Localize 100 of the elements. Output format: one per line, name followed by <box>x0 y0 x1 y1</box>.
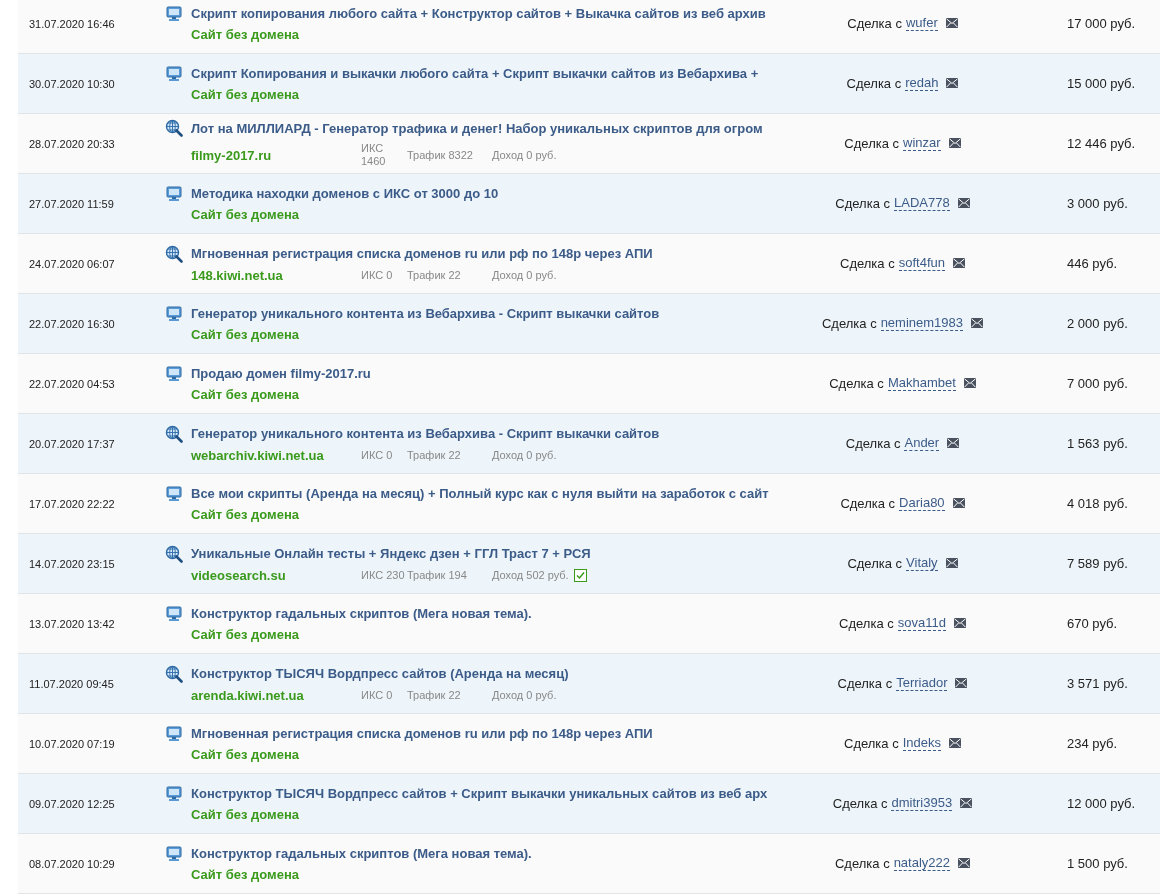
traffic-stat: Трафик 194 <box>407 569 468 581</box>
envelope-icon[interactable] <box>952 498 965 509</box>
deal-date: 08.07.2020 10:29 <box>28 857 116 870</box>
envelope-icon[interactable] <box>971 318 984 329</box>
domain-label: videosearch.su <box>191 567 287 583</box>
listing-title-link[interactable]: Скрипт копирования любого сайта + Конструктор сайтов + Выкачка сайтов из веб архив <box>191 6 766 21</box>
monitor-icon <box>165 785 183 802</box>
listing-title-link[interactable]: Генератор уникального контента из Вебархива - Скрипт выкачки сайтов <box>191 426 660 441</box>
buyer-link[interactable]: Indeks <box>902 735 941 752</box>
buyer-link[interactable]: redah <box>905 75 939 92</box>
buyer-link[interactable]: sova11d <box>897 615 946 632</box>
domain-label: filmy-2017.ru <box>191 147 273 163</box>
listing-title-link[interactable]: Уникальные Онлайн тесты + Яндекс дзен + ГГЛ Траст 7 + РСЯ <box>191 546 591 561</box>
buyer-link[interactable]: Terriador <box>896 675 948 692</box>
deal-price: 7 000 руб. <box>1066 376 1128 391</box>
domain-label: Сайт без домена <box>191 746 300 762</box>
iks-stat: ИКС 0 <box>361 688 394 702</box>
listing-title-link[interactable]: Продаю домен filmy-2017.ru <box>191 366 371 381</box>
envelope-icon[interactable] <box>960 798 973 809</box>
buyer-link[interactable]: soft4fun <box>898 255 945 272</box>
envelope-icon[interactable] <box>946 78 959 89</box>
envelope-icon[interactable] <box>945 18 958 29</box>
deal-date: 24.07.2020 06:07 <box>28 257 116 270</box>
deal-date: 27.07.2020 11:59 <box>28 197 115 210</box>
envelope-icon[interactable] <box>953 618 966 629</box>
deal-price: 7 589 руб. <box>1066 556 1128 571</box>
income-stat: Доход 502 руб. <box>492 569 569 581</box>
deal-date: 22.07.2020 04:53 <box>28 377 116 390</box>
deal-label: Сделка с <box>847 16 902 31</box>
monitor-icon <box>165 845 183 862</box>
monitor-icon <box>165 185 183 202</box>
deal-price: 670 руб. <box>1066 616 1118 631</box>
envelope-icon[interactable] <box>963 378 976 389</box>
deal-price: 2 000 руб. <box>1066 316 1128 331</box>
monitor-icon <box>165 485 183 502</box>
buyer-link[interactable]: dmitri3953 <box>891 795 953 812</box>
globe-search-icon <box>165 244 183 263</box>
deal-date: 11.07.2020 09:45 <box>28 677 115 690</box>
deal-date: 09.07.2020 12:25 <box>28 797 116 810</box>
deal-price: 4 018 руб. <box>1066 496 1128 511</box>
buyer-link[interactable]: Makhambet <box>887 375 956 392</box>
envelope-icon[interactable] <box>952 258 965 269</box>
envelope-icon[interactable] <box>957 198 970 209</box>
envelope-icon[interactable] <box>949 738 961 749</box>
deal-date: 22.07.2020 16:30 <box>28 317 116 330</box>
globe-search-icon <box>165 424 183 443</box>
envelope-icon[interactable] <box>947 438 960 449</box>
buyer-link[interactable]: winzar <box>903 135 941 152</box>
deal-date: 31.07.2020 16:46 <box>28 17 116 30</box>
listing-title-link[interactable]: Мгновенная регистрация списка доменов ru или рф по 148р через АПИ <box>191 726 653 741</box>
deal-date: 30.07.2020 10:30 <box>28 77 116 90</box>
deal-label: Сделка с <box>844 136 900 151</box>
income-stat: Доход 0 руб. <box>492 149 557 161</box>
buyer-link[interactable]: Ander <box>904 435 940 452</box>
deal-label: Сделка с <box>846 76 902 91</box>
deal-label: Сделка с <box>840 256 895 271</box>
envelope-icon[interactable] <box>958 858 971 869</box>
traffic-stat: Трафик 22 <box>407 689 462 701</box>
deal-label: Сделка с <box>837 676 893 691</box>
listing-title-link[interactable]: Лот на МИЛЛИАРД - Генератор трафика и денег! Набор уникальных скриптов для огром <box>191 120 763 136</box>
listing-title-link[interactable]: Методика находки доменов с ИКС от 3000 до 10 <box>191 186 499 201</box>
buyer-link[interactable]: wufer <box>905 15 938 32</box>
monitor-icon <box>165 365 183 382</box>
deal-label: Сделка с <box>834 856 890 871</box>
listing-title-link[interactable]: Конструктор ТЫСЯЧ Вордпресс сайтов (Аренда на месяц) <box>191 666 569 681</box>
envelope-icon[interactable] <box>955 678 968 689</box>
domain-label: webarchiv.kiwi.net.ua <box>191 447 325 463</box>
traffic-stat: Трафик 22 <box>407 449 462 461</box>
listing-title-link[interactable]: Генератор уникального контента из Вебархива - Скрипт выкачки сайтов <box>191 306 660 321</box>
deal-price: 446 руб. <box>1066 256 1118 271</box>
deal-price: 3 000 руб. <box>1066 196 1128 211</box>
buyer-link[interactable]: Vitaly <box>906 555 938 572</box>
envelope-icon[interactable] <box>948 138 961 149</box>
iks-stat: ИКС 0 <box>361 268 394 282</box>
buyer-link[interactable]: neminem1983 <box>880 315 964 332</box>
globe-search-icon <box>165 664 183 683</box>
deal-price: 234 руб. <box>1066 736 1118 751</box>
envelope-icon[interactable] <box>945 558 958 569</box>
deal-date: 10.07.2020 07:19 <box>28 737 116 750</box>
iks-stat: ИКС 1460 <box>361 142 387 168</box>
income-stat: Доход 0 руб. <box>492 689 557 701</box>
listing-title-link[interactable]: Конструктор гадальных скриптов (Мега новая тема). <box>191 846 532 861</box>
listing-title-link[interactable]: Конструктор ТЫСЯЧ Вордпресс сайтов + Скрипт выкачки уникальных сайтов из веб арх <box>191 786 768 801</box>
domain-label: Сайт без домена <box>191 206 300 222</box>
listing-title-link[interactable]: Скрипт Копирования и выкачки любого сайта + Скрипт выкачки сайтов из Вебархива + <box>191 66 759 81</box>
listing-title-link[interactable]: Мгновенная регистрация списка доменов ru или рф по 148р через АПИ <box>191 246 653 261</box>
deal-label: Сделка с <box>829 376 884 391</box>
buyer-link[interactable]: nataly222 <box>893 855 951 872</box>
deal-price: 1 500 руб. <box>1066 856 1128 871</box>
deal-date: 17.07.2020 22:22 <box>28 497 116 510</box>
deal-label: Сделка с <box>821 316 877 331</box>
buyer-link[interactable]: LADA778 <box>894 195 950 212</box>
domain-label: Сайт без домена <box>191 506 300 522</box>
deal-date: 28.07.2020 20:33 <box>28 137 116 150</box>
deal-price: 12 446 руб. <box>1066 136 1136 151</box>
monitor-icon <box>165 65 183 82</box>
listing-title-link[interactable]: Конструктор гадальных скриптов (Мега новая тема). <box>191 606 532 621</box>
buyer-link[interactable]: Daria80 <box>899 495 945 512</box>
domain-label: Сайт без домена <box>191 26 300 42</box>
listing-title-link[interactable]: Все мои скрипты (Аренда на месяц) + Полный курс как с нуля выйти на заработок с сайт <box>191 486 769 501</box>
